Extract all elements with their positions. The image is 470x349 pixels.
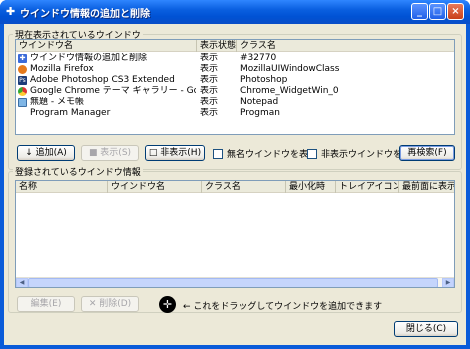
hide-button[interactable]: □ 非表示(H) <box>145 145 205 161</box>
item-window-name: Adobe Photoshop CS3 Extended <box>30 75 175 85</box>
item-window-name: Program Manager <box>30 108 111 118</box>
show-unnamed-label: 無名ウインドウを表示 <box>227 150 318 160</box>
current-windows-group: 現在表示されているウインドウ ウインドウ名 表示状態 クラス名 ✚ ウインドウ情… <box>8 28 462 170</box>
item-class: #32770 <box>240 53 277 63</box>
chrome-icon <box>18 87 27 96</box>
registered-windows-list[interactable]: 名称 ウインドウ名 クラス名 最小化時 トレイアイコン 最前面に表示 ◀ ▶ <box>15 180 455 288</box>
item-state: 表示 <box>200 97 219 107</box>
scroll-left-icon[interactable]: ◀ <box>16 278 28 287</box>
item-class: Notepad <box>240 97 279 107</box>
add-button[interactable]: ↓ 追加(A) <box>17 145 75 161</box>
column-minimize[interactable]: 最小化時 <box>286 181 336 193</box>
show-button[interactable]: ■ 表示(S) <box>81 145 139 161</box>
item-class: Photoshop <box>240 75 288 85</box>
column-title[interactable]: 名称 <box>16 181 108 193</box>
delete-button[interactable]: ✕ 削除(D) <box>81 296 139 312</box>
checkbox-box[interactable] <box>307 149 317 159</box>
item-class: Progman <box>240 108 280 118</box>
item-class: Chrome_WidgetWin_0 <box>240 86 339 96</box>
show-unnamed-checkbox[interactable]: 無名ウインドウを表示 <box>213 147 317 160</box>
current-windows-list[interactable]: ウインドウ名 表示状態 クラス名 ✚ ウインドウ情報の追加と削除 表示 #327… <box>15 39 455 135</box>
column-class-name[interactable]: クラス名 <box>237 40 454 52</box>
registered-windows-group-label: 登録されているウインドウ情報 <box>13 165 143 178</box>
list-item[interactable]: Ps Adobe Photoshop CS3 Extended 表示 Photo… <box>16 75 454 86</box>
column-topmost[interactable]: 最前面に表示 <box>399 181 454 193</box>
column-display-state[interactable]: 表示状態 <box>197 40 237 52</box>
item-window-name: ウインドウ情報の追加と削除 <box>30 53 148 63</box>
list-item[interactable]: Google Chrome テーマ ギャラリー - Google Chrome … <box>16 86 454 97</box>
app-window-icon: ✚ <box>18 54 27 63</box>
item-window-name: Google Chrome テーマ ギャラリー - Google Chrome <box>30 86 196 96</box>
firefox-icon <box>18 65 27 74</box>
maximize-button[interactable]: □ <box>429 3 446 20</box>
item-class: MozillaUIWindowClass <box>240 64 340 74</box>
registered-windows-header: 名称 ウインドウ名 クラス名 最小化時 トレイアイコン 最前面に表示 <box>16 181 454 193</box>
window-title: ウインドウ情報の追加と削除 <box>20 9 150 20</box>
item-state: 表示 <box>200 53 219 63</box>
photoshop-icon: Ps <box>18 76 27 85</box>
column-window-name[interactable]: ウインドウ名 <box>108 181 202 193</box>
list-item[interactable]: 無題 - メモ帳 表示 Notepad <box>16 97 454 108</box>
item-state: 表示 <box>200 108 219 118</box>
column-tray-icon[interactable]: トレイアイコン <box>336 181 399 193</box>
checkbox-box[interactable] <box>213 149 223 159</box>
edit-button[interactable]: 編集(E) <box>17 296 75 312</box>
column-window-name[interactable]: ウインドウ名 <box>16 40 197 52</box>
close-window-button[interactable]: × <box>447 3 464 20</box>
scroll-right-icon[interactable]: ▶ <box>442 278 454 287</box>
item-state: 表示 <box>200 64 219 74</box>
registered-windows-group: 登録されているウインドウ情報 名称 ウインドウ名 クラス名 最小化時 トレイアイ… <box>8 165 462 313</box>
scroll-thumb[interactable] <box>28 278 438 287</box>
item-state: 表示 <box>200 75 219 85</box>
item-window-name: Mozilla Firefox <box>30 64 94 74</box>
close-button[interactable]: 閉じる(C) <box>394 321 458 337</box>
current-windows-header: ウインドウ名 表示状態 クラス名 <box>16 40 454 52</box>
research-button[interactable]: 再検索(F) <box>399 145 455 161</box>
list-item[interactable]: Mozilla Firefox 表示 MozillaUIWindowClass <box>16 64 454 75</box>
crosshair-drag-icon[interactable]: ✛ <box>159 296 176 313</box>
list-item[interactable]: Program Manager 表示 Progman <box>16 108 454 119</box>
window: ✚ ウインドウ情報の追加と削除 _ □ × 現在表示されているウインドウ ウイン… <box>0 0 470 349</box>
column-class-name[interactable]: クラス名 <box>202 181 286 193</box>
item-window-name: 無題 - メモ帳 <box>30 97 84 107</box>
item-state: 表示 <box>200 86 219 96</box>
drag-hint-text: ← これをドラッグしてウインドウを追加できます <box>183 302 383 312</box>
list-item[interactable]: ✚ ウインドウ情報の追加と削除 表示 #32770 <box>16 53 454 64</box>
minimize-button[interactable]: _ <box>411 3 428 20</box>
notepad-icon <box>18 98 27 107</box>
dialog-client: 現在表示されているウインドウ ウインドウ名 表示状態 クラス名 ✚ ウインドウ情… <box>4 24 466 345</box>
arrow-icon: ✚ <box>6 5 16 18</box>
title-bar[interactable]: ✚ ウインドウ情報の追加と削除 _ □ × <box>0 0 470 24</box>
horizontal-scrollbar[interactable]: ◀ ▶ <box>16 277 454 287</box>
